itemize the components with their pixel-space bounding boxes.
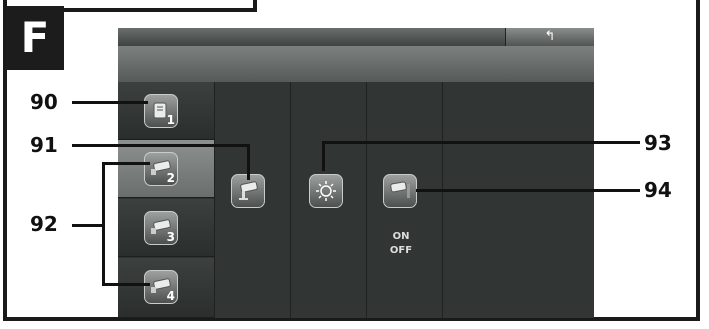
leader-line-93-drop [322,141,325,171]
camera-number: 1 [166,113,175,127]
menu-item-camera-3[interactable]: 3 [118,199,214,257]
column-camera-settings [214,82,290,318]
callout-90: 90 [30,90,58,114]
sun-icon [316,181,336,201]
menu-item-camera-4[interactable]: 4 [118,258,214,318]
callout-92: 92 [30,212,58,236]
callout-94: 94 [644,178,672,202]
leader-line-91 [72,144,250,147]
leader-line-94 [416,189,640,192]
leader-line-92-cam2 [102,162,150,165]
menu-item-camera-2[interactable]: 2 [118,140,214,198]
column-brightness [290,82,366,318]
back-button[interactable]: ↰ [505,28,594,46]
column-empty [442,82,594,318]
column-camera-power: ON OFF [366,82,442,318]
menu-item-camera-1[interactable]: 1 [118,82,214,140]
camera-number: 4 [166,289,175,303]
power-toggle-labels[interactable]: ON OFF [387,230,415,258]
camera-number: 3 [166,230,175,244]
camera-power-button[interactable] [383,174,417,208]
brightness-button[interactable] [309,174,343,208]
callout-91: 91 [30,133,58,157]
camera-number: 2 [166,171,175,185]
screen-header [118,46,594,82]
camera-2-icon: 2 [144,152,178,186]
leader-bracket-92 [102,162,105,286]
leader-line-92-cam4 [102,283,150,286]
device-screen: ↰ 1 2 3 4 ON OFF [118,28,594,318]
leader-line-93 [322,141,640,144]
callout-93: 93 [644,131,672,155]
off-label: OFF [389,245,413,256]
figure-label: F [6,6,64,70]
leader-line-90 [72,101,148,104]
on-label: ON [392,231,410,242]
leader-line-91-drop [247,144,250,180]
camera-1-icon: 1 [144,94,178,128]
camera-4-icon: 4 [144,270,178,304]
leader-line-92 [72,224,102,227]
back-icon: ↰ [544,29,556,44]
camera-3-icon: 3 [144,211,178,245]
